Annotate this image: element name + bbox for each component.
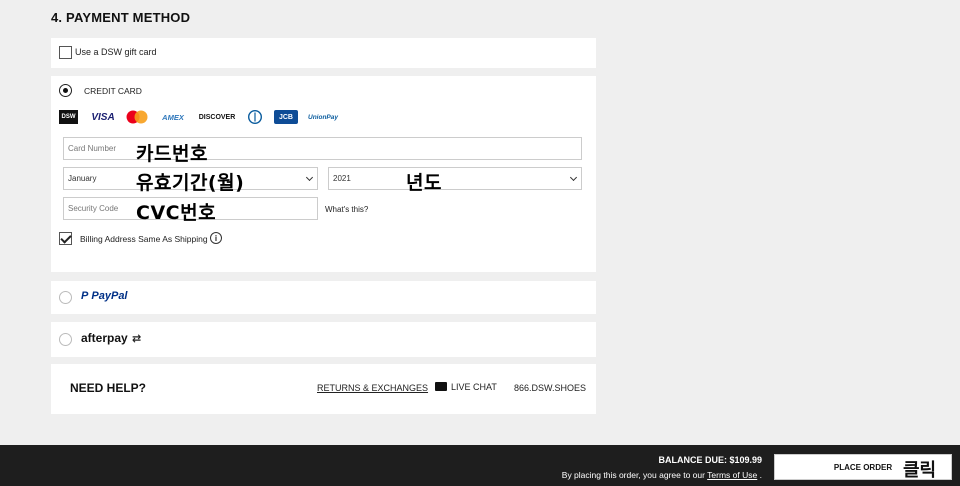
phone-number: 866.DSW.SHOES bbox=[514, 383, 587, 393]
afterpay-arrows-icon: ⇄ bbox=[132, 333, 142, 345]
help-panel: NEED HELP? RETURNS & EXCHANGES LIVE CHAT… bbox=[51, 364, 596, 414]
afterpay-panel: afterpay ⇄ bbox=[51, 322, 596, 357]
whats-this-link[interactable]: What's this? bbox=[325, 205, 368, 214]
paypal-radio[interactable] bbox=[59, 291, 72, 304]
balance-due: BALANCE DUE: $109.99 bbox=[658, 455, 762, 465]
credit-card-panel: CREDIT CARD DSW VISA AMEX DISCOVER JCB U… bbox=[51, 76, 596, 272]
year-annotation: 년도 bbox=[406, 172, 442, 194]
dsw-logo: DSW bbox=[59, 110, 78, 124]
security-code-annotation: CVC번호 bbox=[136, 202, 217, 224]
terms-agreement: By placing this order, you agree to our … bbox=[561, 470, 762, 480]
live-chat-link[interactable]: LIVE CHAT bbox=[451, 382, 497, 392]
chevron-down-icon bbox=[305, 173, 314, 182]
afterpay-radio[interactable] bbox=[59, 333, 72, 346]
chat-icon bbox=[435, 382, 447, 391]
place-order-button[interactable]: PLACE ORDER 클릭 bbox=[774, 454, 952, 481]
billing-same-label: Billing Address Same As Shipping bbox=[80, 234, 208, 244]
afterpay-logo: afterpay bbox=[81, 331, 128, 345]
order-footer: BALANCE DUE: $109.99 By placing this ord… bbox=[0, 445, 960, 486]
gift-card-checkbox[interactable] bbox=[59, 46, 72, 59]
place-order-annotation: 클릭 bbox=[903, 460, 937, 481]
expiry-year-select[interactable]: 2021 bbox=[328, 167, 582, 190]
credit-card-radio[interactable] bbox=[59, 84, 72, 97]
visa-logo: VISA bbox=[91, 111, 115, 123]
credit-card-label: CREDIT CARD bbox=[84, 86, 142, 96]
billing-same-checkbox[interactable] bbox=[59, 232, 72, 245]
month-annotation: 유효기간(월) bbox=[136, 172, 245, 194]
paypal-logo: P PayPal bbox=[81, 290, 128, 302]
gift-card-label: Use a DSW gift card bbox=[75, 47, 157, 57]
unionpay-logo: UnionPay bbox=[308, 113, 338, 121]
jcb-logo: JCB bbox=[274, 110, 298, 124]
chevron-down-icon bbox=[569, 173, 578, 182]
discover-logo: DISCOVER bbox=[198, 113, 236, 121]
amex-logo: AMEX bbox=[162, 112, 184, 122]
mastercard-logo bbox=[125, 110, 149, 124]
terms-link[interactable]: Terms of Use bbox=[707, 470, 757, 480]
info-icon[interactable]: i bbox=[210, 232, 222, 244]
gift-card-panel: Use a DSW gift card bbox=[51, 38, 596, 68]
need-help-title: NEED HELP? bbox=[70, 381, 147, 395]
card-number-annotation: 카드번호 bbox=[136, 143, 208, 165]
diners-logo bbox=[247, 110, 263, 124]
paypal-panel: P PayPal bbox=[51, 281, 596, 314]
section-title: 4. PAYMENT METHOD bbox=[51, 10, 191, 25]
returns-link[interactable]: RETURNS & EXCHANGES bbox=[317, 383, 428, 393]
